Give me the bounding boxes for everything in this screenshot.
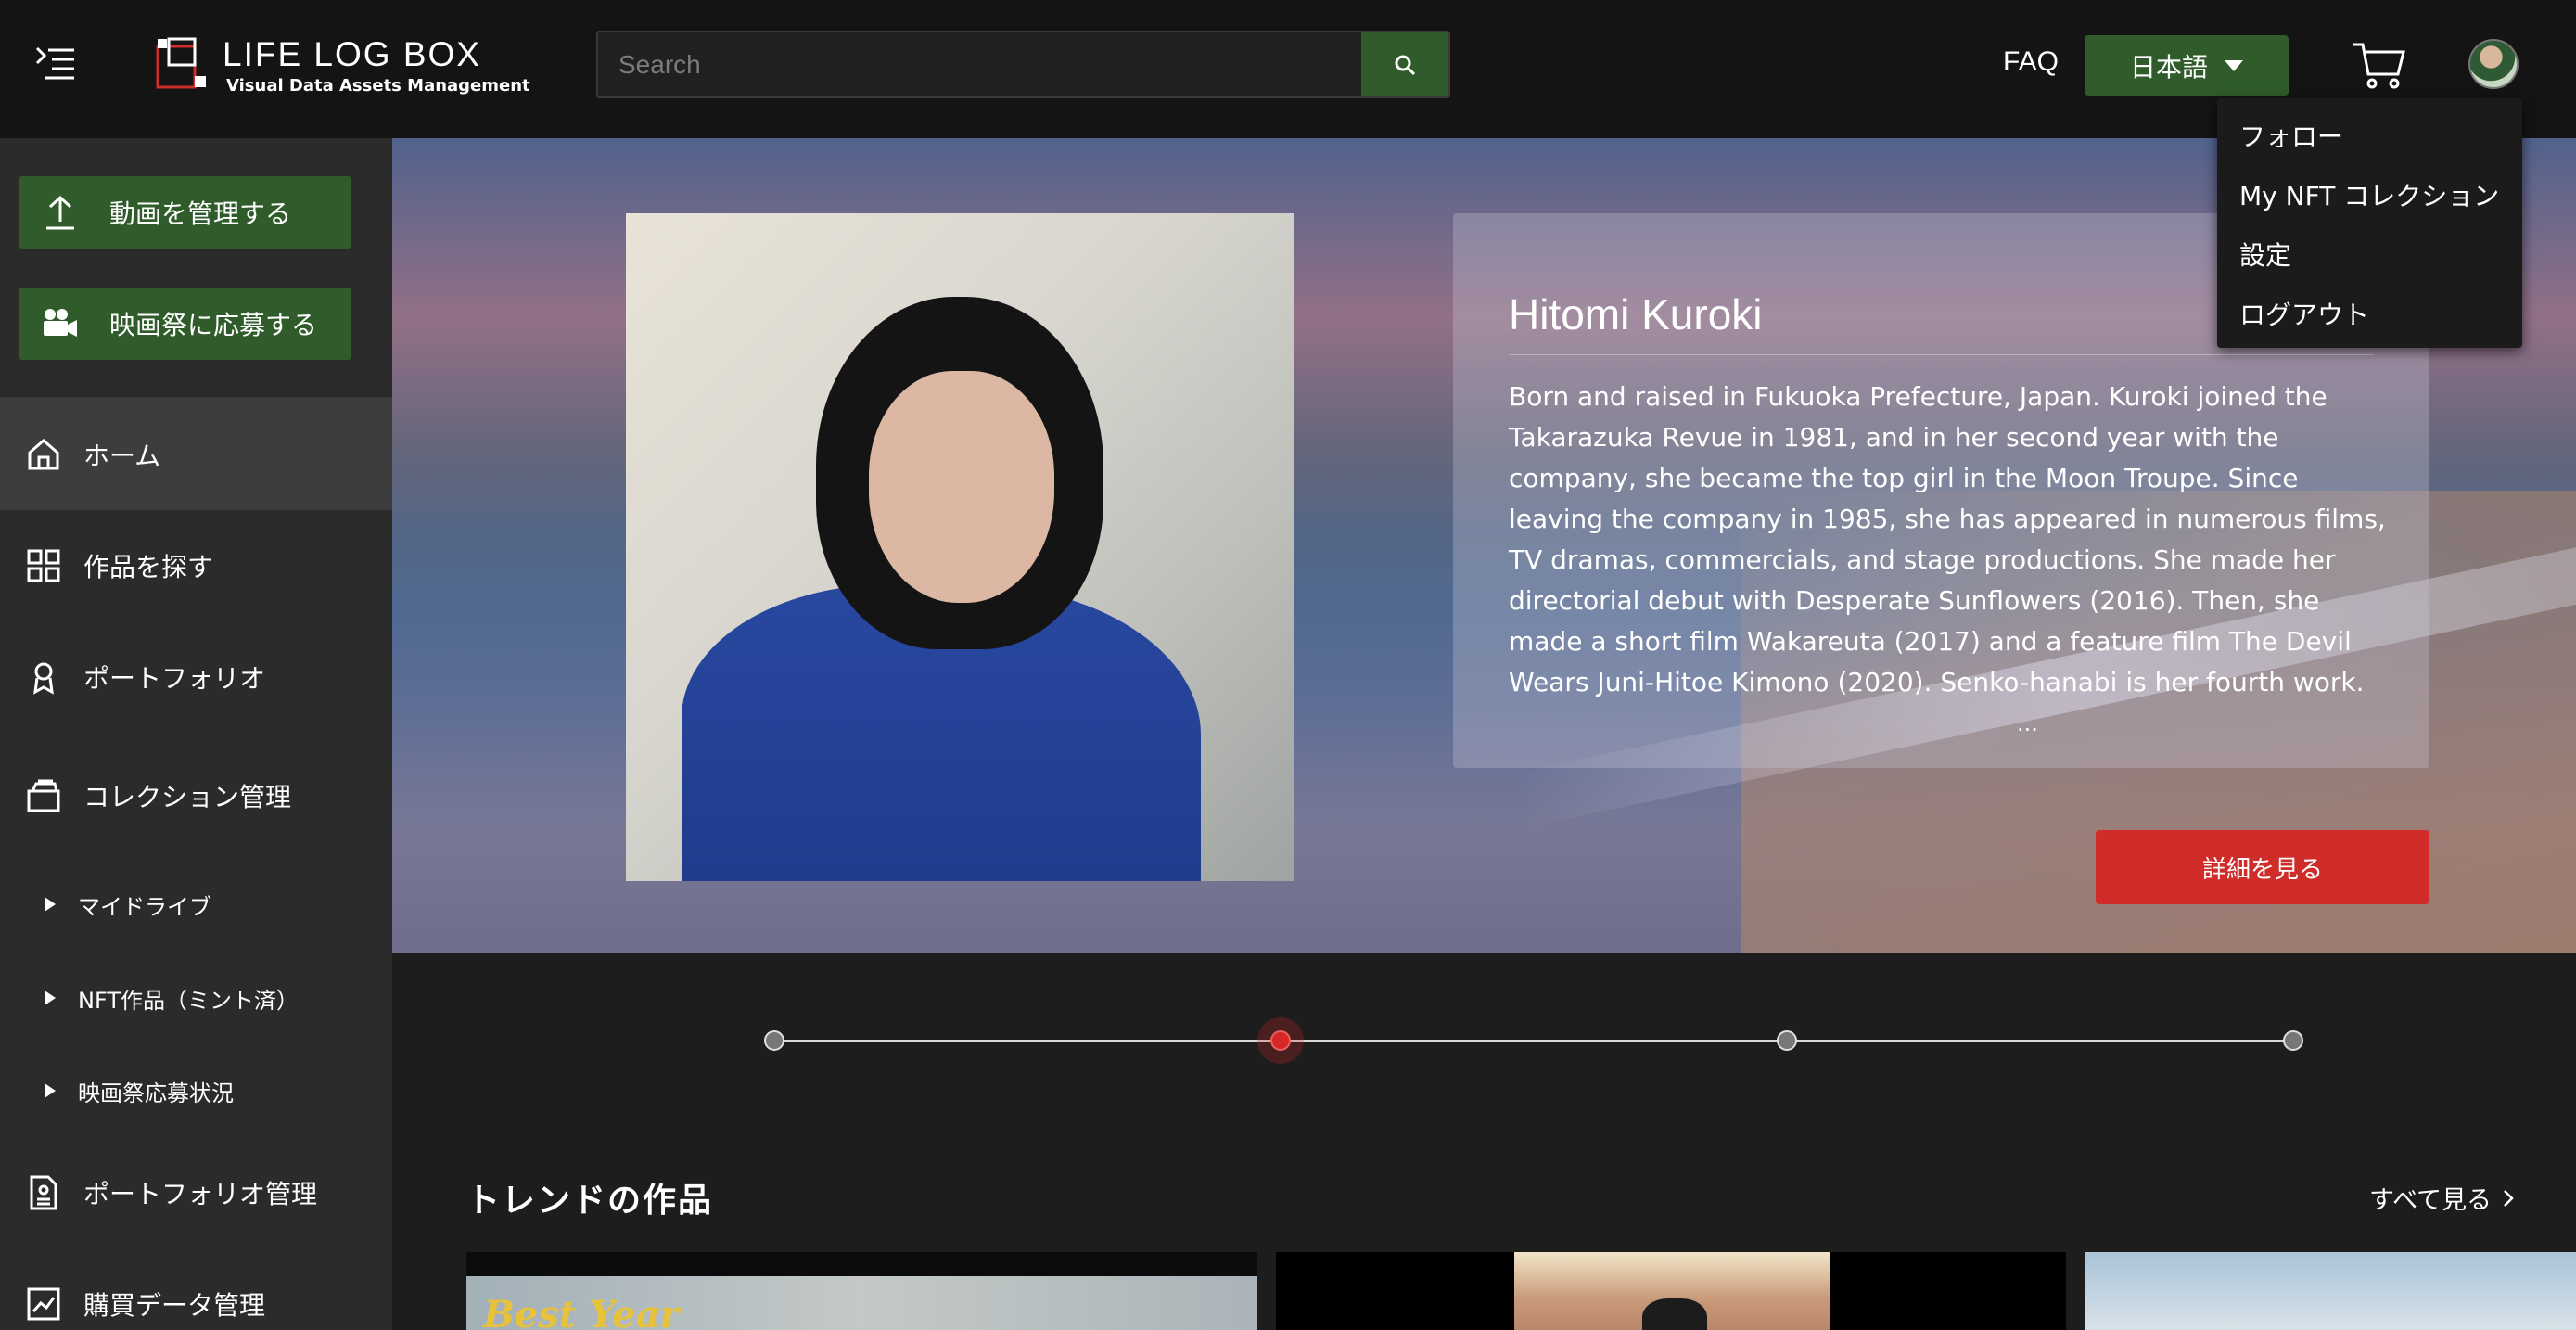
menu-item-follow[interactable]: フォロー [2217,115,2522,174]
photo-shape-face [869,371,1054,603]
trending-card[interactable]: Best Year [466,1252,1257,1330]
collection-icon [24,776,63,815]
manage-videos-label: 動画を管理する [109,198,292,229]
sidebar-item-label: ポートフォリオ [83,663,266,694]
app-logo[interactable]: LIFE LOG BOX Visual Data Assets Manageme… [156,35,530,98]
sidebar-subitem-festival-status[interactable]: 映画祭応募状況 [0,1058,392,1123]
top-header: LIFE LOG BOX Visual Data Assets Manageme… [0,0,2576,138]
search-button[interactable] [1361,32,1448,96]
see-all-link[interactable]: すべて見る [2369,1180,2514,1216]
sidebar-item-label: コレクション管理 [83,782,292,812]
see-all-label: すべて見る [2369,1186,2493,1215]
logo-mark-icon [156,37,210,91]
trending-card[interactable] [2085,1252,2576,1330]
sidebar-subitem-nft-works[interactable]: NFT作品（ミント済） [0,966,392,1030]
expand-arrow-icon [45,1083,56,1098]
card-title-text: Best Year [483,1293,680,1330]
caret-down-icon [2225,59,2243,71]
logo-title: LIFE LOG BOX [223,35,481,73]
sidebar-item-home[interactable]: ホーム [0,399,392,510]
language-selector[interactable]: 日本語 [2085,35,2289,96]
sidebar-item-label: ホーム [83,441,161,471]
carousel-track [774,1040,2293,1042]
chevron-right-icon [2504,1189,2514,1207]
grid-icon [24,546,63,585]
faq-link[interactable]: FAQ [2003,46,2059,78]
sidebar-subitem-label: NFT作品（ミント済） [78,987,299,1014]
sidebar-item-collection[interactable]: コレクション管理 [0,740,392,851]
sidebar-subitem-label: 映画祭応募状況 [78,1080,234,1106]
sidebar-item-purchase-data[interactable]: 購買データ管理 [0,1248,392,1330]
language-label: 日本語 [2129,51,2208,83]
view-details-button[interactable]: 詳細を見る [2096,830,2429,904]
user-dropdown-menu: フォロー My NFT コレクション 設定 ログアウト [2217,98,2522,348]
sidebar-subitem-label: マイドライブ [78,893,211,920]
hero-carousel-indicator [764,1020,2303,1061]
carousel-dot-3[interactable] [1777,1030,1797,1051]
carousel-dot-2[interactable] [1270,1030,1291,1051]
upload-icon [37,189,83,236]
apply-festival-button[interactable]: 映画祭に応募する [19,288,351,360]
trending-card[interactable] [1276,1252,2066,1330]
sidebar-item-label: 作品を探す [83,552,214,582]
trending-section-title: トレンドの作品 [466,1182,714,1220]
featured-bio-text: Born and raised in Fukuoka Prefecture, J… [1509,381,2386,697]
sidebar-item-label: 購買データ管理 [83,1290,266,1321]
logo-subtitle: Visual Data Assets Management [226,76,530,96]
document-icon [24,1173,63,1212]
apply-festival-label: 映画祭に応募する [109,310,318,340]
chart-icon [24,1285,63,1324]
bio-ellipsis: ... [2017,710,2038,736]
cart-icon[interactable] [2352,39,2407,91]
home-icon [24,435,63,474]
featured-name: Hitomi Kuroki [1509,290,1763,339]
expand-arrow-icon [45,991,56,1005]
carousel-dot-4[interactable] [2283,1030,2303,1051]
manage-videos-button[interactable]: 動画を管理する [19,176,351,249]
user-avatar[interactable] [2468,39,2519,89]
sidebar-item-label: ポートフォリオ管理 [83,1179,318,1209]
sidebar-subitem-my-drive[interactable]: マイドライブ [0,872,392,937]
award-icon [24,658,63,697]
featured-person-photo [626,213,1294,881]
search-input[interactable] [598,32,1363,96]
sidebar-item-portfolio-management[interactable]: ポートフォリオ管理 [0,1137,392,1248]
card-thumbnail-person [1642,1298,1707,1330]
sidebar: 動画を管理する 映画祭に応募する ホーム 作品を探す ポートフォリオ コレクショ… [0,138,392,1330]
expand-arrow-icon [45,897,56,912]
menu-item-logout[interactable]: ログアウト [2217,293,2522,352]
menu-toggle-icon[interactable] [32,41,83,87]
menu-item-settings[interactable]: 設定 [2217,234,2522,293]
menu-item-nft-collection[interactable]: My NFT コレクション [2217,174,2522,234]
search-icon [1395,55,1416,75]
video-camera-icon [37,301,83,347]
sidebar-item-portfolio[interactable]: ポートフォリオ [0,621,392,733]
search-bar [596,31,1450,98]
bio-divider [1509,354,2374,355]
sidebar-item-browse[interactable]: 作品を探す [0,510,392,621]
carousel-dot-1[interactable] [764,1030,784,1051]
